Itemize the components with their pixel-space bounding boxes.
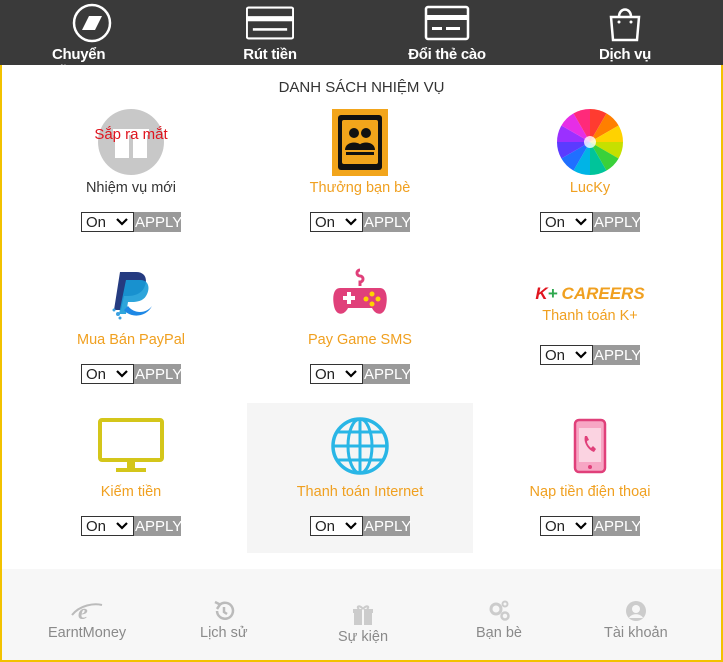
status-select-value: On <box>545 346 566 364</box>
bottom-nav-history[interactable]: Lịch sử <box>200 599 248 641</box>
apply-button[interactable]: APPLY <box>134 516 182 536</box>
paypal-icon <box>106 260 156 328</box>
top-nav: Chuyển tiền Rút tiền Đổi thẻ cào Dịch vụ <box>0 0 723 80</box>
apply-button[interactable]: APPLY <box>363 212 411 232</box>
task-lucky[interactable]: LucKy On APPLY <box>477 108 703 232</box>
bottom-nav-label: Sự kiện <box>338 629 389 645</box>
history-icon <box>214 600 235 620</box>
apply-button[interactable]: APPLY <box>593 345 641 365</box>
gift-icon <box>353 605 373 625</box>
task-name: Thưởng bạn bè <box>309 180 411 196</box>
apply-button[interactable]: APPLY <box>134 212 182 232</box>
svg-text:e: e <box>78 599 88 623</box>
user-icon <box>625 601 646 621</box>
bottom-nav: e EarntMoney Lịch sử Sự kiện Bạn bè Tài … <box>2 569 721 660</box>
top-nav-exchange-card[interactable]: Đổi thẻ cào <box>407 0 487 65</box>
chevron-down-icon <box>116 522 128 530</box>
task-kplus[interactable]: K + CAREERS Thanh toán K+ On APPLY <box>477 282 703 365</box>
task-name: Thanh toán Internet <box>296 484 424 500</box>
task-earn-money[interactable]: Kiếm tiền On APPLY <box>18 412 244 536</box>
chevron-down-icon <box>116 218 128 226</box>
card-icon <box>423 3 471 43</box>
status-select-value: On <box>545 213 566 231</box>
chevron-down-icon <box>345 522 357 530</box>
status-select-value: On <box>315 213 336 231</box>
chevron-down-icon <box>575 351 587 359</box>
status-select[interactable]: On <box>310 516 363 536</box>
status-select[interactable]: On <box>81 364 134 384</box>
bottom-nav-label: Bạn bè <box>476 625 522 641</box>
task-name: Mua Bán PayPal <box>76 332 185 348</box>
apply-button[interactable]: APPLY <box>363 364 411 384</box>
globe-icon <box>330 412 390 480</box>
task-name: Kiếm tiền <box>100 484 162 500</box>
top-nav-transfer[interactable]: Chuyển tiền <box>52 0 132 80</box>
monitor-icon <box>98 412 164 480</box>
apply-button[interactable]: APPLY <box>593 212 641 232</box>
color-wheel-icon <box>556 108 624 176</box>
top-nav-services[interactable]: Dịch vụ <box>585 0 665 65</box>
task-friend-reward[interactable]: Thưởng bạn bè On APPLY <box>247 108 473 232</box>
bottom-nav-account[interactable]: Tài khoản <box>604 599 668 641</box>
status-select[interactable]: On <box>81 212 134 232</box>
apply-button[interactable]: APPLY <box>593 516 641 536</box>
status-select-value: On <box>315 365 336 383</box>
top-nav-label: Chuyển tiền <box>52 46 106 80</box>
kplus-logo-icon: K + CAREERS <box>535 284 645 303</box>
logo-e-icon: e <box>71 599 103 623</box>
task-paypal[interactable]: Mua Bán PayPal On APPLY <box>18 260 244 384</box>
task-phone-topup[interactable]: Nạp tiền điện thoại On APPLY <box>477 412 703 536</box>
bottom-nav-label: EarntMoney <box>48 625 127 641</box>
task-name: Nạp tiền điện thoại <box>529 484 651 500</box>
task-name: Nhiệm vụ mới <box>85 180 177 196</box>
status-select[interactable]: On <box>81 516 134 536</box>
top-nav-withdraw[interactable]: Rút tiền <box>230 0 310 65</box>
top-nav-label: Dịch vụ <box>598 46 652 63</box>
apply-button[interactable]: APPLY <box>363 516 411 536</box>
phone-icon <box>572 412 608 480</box>
task-name: Pay Game SMS <box>308 332 412 348</box>
gift-icon: Sắp ra mắt <box>94 108 168 176</box>
task-name: Thanh toán K+ <box>542 308 638 324</box>
chevron-down-icon <box>575 218 587 226</box>
task-name: LucKy <box>569 180 611 196</box>
task-pay-game-sms[interactable]: Pay Game SMS On APPLY <box>247 260 473 384</box>
bottom-nav-events[interactable]: Sự kiện <box>338 603 388 645</box>
status-select-value: On <box>86 213 107 231</box>
chevron-down-icon <box>575 522 587 530</box>
top-nav-label: Rút tiền <box>243 46 297 63</box>
status-select-value: On <box>315 517 336 535</box>
apply-button[interactable]: APPLY <box>134 364 182 384</box>
task-internet-payment[interactable]: Thanh toán Internet On APPLY <box>247 412 473 536</box>
status-select[interactable]: On <box>540 212 593 232</box>
shopping-bag-icon <box>601 3 649 43</box>
coming-soon-badge: Sắp ra mắt <box>94 126 168 143</box>
gamepad-icon <box>332 260 388 328</box>
chevron-down-icon <box>345 370 357 378</box>
friends-icon <box>332 108 388 176</box>
bottom-nav-label: Lịch sử <box>200 625 248 641</box>
task-new[interactable]: Sắp ra mắt Nhiệm vụ mới On APPLY <box>18 108 244 232</box>
bottom-nav-friends[interactable]: Bạn bè <box>476 599 522 641</box>
status-select[interactable]: On <box>310 212 363 232</box>
status-select-value: On <box>545 517 566 535</box>
status-select[interactable]: On <box>540 516 593 536</box>
chevron-down-icon <box>116 370 128 378</box>
bottom-nav-label: Tài khoản <box>604 625 668 641</box>
page-title: DANH SÁCH NHIỆM VỤ <box>278 79 445 96</box>
top-nav-label: Đổi thẻ cào <box>408 46 486 63</box>
status-select-value: On <box>86 517 107 535</box>
status-select-value: On <box>86 365 107 383</box>
gears-icon <box>489 600 510 621</box>
chevron-down-icon <box>345 218 357 226</box>
transfer-icon <box>68 3 116 43</box>
status-select[interactable]: On <box>540 345 593 365</box>
card-icon <box>246 3 294 43</box>
status-select[interactable]: On <box>310 364 363 384</box>
bottom-nav-earntmoney[interactable]: e EarntMoney <box>48 599 126 641</box>
